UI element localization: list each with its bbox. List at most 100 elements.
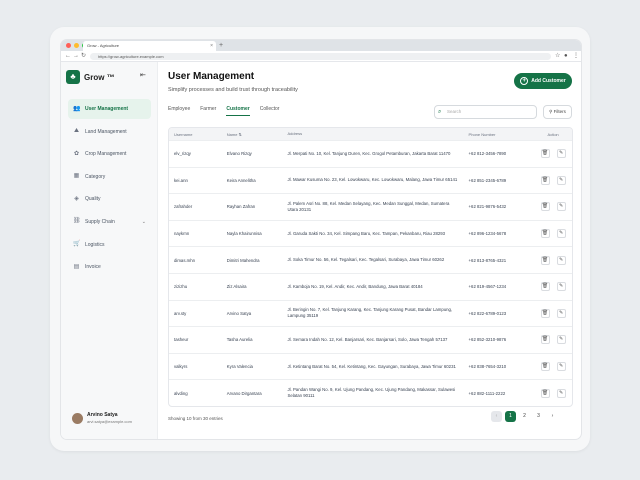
url-field[interactable]: https://grow-agriculture.example.com (90, 53, 551, 60)
edit-icon[interactable]: ✎ (556, 388, 566, 398)
new-tab-icon[interactable]: + (219, 40, 223, 51)
cell-address: Jl. Garuda Sakti No. 34, Kel. Simpang Ba… (287, 230, 446, 236)
cell-actions: 🗑 ✎ (534, 335, 572, 345)
sidebar-item-quality[interactable]: ◈ Quality (68, 189, 151, 209)
edit-icon[interactable]: ✎ (556, 335, 566, 345)
table-row[interactable]: zafrahder Rayhan Zafran Jl. Palem Asri No.… (169, 193, 572, 220)
collapse-sidebar-icon[interactable]: ⇤ (140, 71, 146, 79)
table-row[interactable]: alvding Arvano Dirgantara Jl. Pandan Wangi… (169, 379, 572, 406)
sidebar-item-user-management[interactable]: 👥 User Management (68, 99, 151, 119)
search-input[interactable]: ⌕ Search (434, 105, 537, 119)
cell-username: naykrnn (174, 231, 190, 237)
edit-icon[interactable]: ✎ (556, 175, 566, 185)
user-name: Arvino Satya (87, 412, 118, 418)
profile-icon[interactable]: ● (564, 52, 568, 61)
browser-menu-icon[interactable]: ⋮ (573, 52, 579, 61)
sidebar-item-invoice[interactable]: ▤ Invoice (68, 257, 151, 277)
entries-count: Showing 10 from 30 entries (168, 416, 223, 421)
col-name-label: Name (226, 131, 238, 137)
users-icon: 👥 (73, 105, 81, 112)
prev-page-button[interactable]: ‹ (491, 411, 502, 422)
sidebar-item-supply-chain[interactable]: ⛓ Supply Chain ⌄ (68, 212, 151, 232)
cell-phone: +62 852-3210-9876 (468, 337, 507, 343)
table-row[interactable]: arv.sty Arvino Satya Jl. Beringin No. 7, K… (169, 299, 572, 327)
forward-icon[interactable]: → (73, 52, 79, 61)
next-page-button[interactable]: › (547, 411, 558, 422)
edit-icon[interactable]: ✎ (556, 149, 566, 159)
cell-phone: +62 882-1111-2222 (468, 390, 506, 396)
edit-icon[interactable]: ✎ (556, 308, 566, 318)
tab-customer[interactable]: Customer (226, 106, 250, 116)
cell-actions: 🗑 ✎ (534, 308, 572, 318)
delete-icon[interactable]: 🗑 (540, 335, 550, 345)
sidebar-nav: 👥 User Management ⛰ Land Management ✿ Crop Ma… (68, 99, 151, 280)
chevron-down-icon[interactable]: ⌄ (142, 219, 146, 225)
edit-icon[interactable]: ✎ (556, 255, 566, 265)
page-3-button[interactable]: 3 (533, 411, 544, 422)
sidebar-item-land-management[interactable]: ⛰ Land Management (68, 122, 151, 142)
table-row[interactable]: elv_rizqy Elvano Rizqy Jl. Merpati No. 10,… (169, 140, 572, 167)
bookmark-star-icon[interactable]: ☆ (555, 52, 560, 61)
search-icon: ⌕ (438, 109, 442, 115)
sort-icon[interactable]: ⇅ (239, 132, 242, 137)
edit-icon[interactable]: ✎ (556, 282, 566, 292)
close-window-dot[interactable] (66, 43, 71, 48)
tab-employee[interactable]: Employee (168, 106, 190, 116)
reload-icon[interactable]: ↻ (81, 52, 86, 61)
cell-name: Keira Annelitha (226, 177, 256, 183)
tab-collector[interactable]: Collector (260, 106, 280, 116)
table-row[interactable]: valkyrs Kyra Valencia Jl. Ketintang Barat … (169, 352, 572, 380)
tab-farmer[interactable]: Farmer (200, 106, 216, 116)
quality-icon: ◈ (74, 195, 79, 202)
user-profile[interactable]: Arvino Satya arvi.satya@example.com (72, 412, 132, 424)
table-row[interactable]: kei.ann Keira Annelitha Jl. Mawar Kusuma N… (169, 166, 572, 194)
delete-icon[interactable]: 🗑 (540, 229, 550, 239)
cell-phone: +62 812-3456-7890 (468, 151, 507, 157)
sidebar-item-label: Supply Chain (85, 218, 115, 225)
filters-button[interactable]: ⚲ Filters (543, 105, 572, 119)
cell-phone: +62 819-4567-1234 (468, 284, 507, 290)
cell-username: arv.sty (174, 310, 187, 316)
edit-icon[interactable]: ✎ (556, 362, 566, 372)
table-body: elv_rizqy Elvano Rizqy Jl. Merpati No. 10,… (169, 140, 572, 406)
sidebar-item-label: Crop Management (85, 151, 127, 158)
sidebar-item-label: Category (85, 173, 106, 180)
minimize-window-dot[interactable] (74, 43, 79, 48)
table-row[interactable]: tasheur Tasha Aurelia Jl. Semara Indah No.… (169, 326, 572, 353)
sidebar-item-category[interactable]: ▦ Category (68, 167, 151, 187)
table-row[interactable]: naykrnn Nayla Khairunnisa Jl. Garuda Sakti… (169, 219, 572, 247)
page-1-button[interactable]: 1 (505, 411, 516, 422)
col-name[interactable]: Name ⇅ (223, 132, 284, 137)
table-row[interactable]: dimas.mhn Dimitri Mahendra Jl. Soka Timur … (169, 246, 572, 273)
page-2-button[interactable]: 2 (519, 411, 530, 422)
delete-icon[interactable]: 🗑 (540, 388, 550, 398)
sidebar-item-label: Invoice (85, 264, 101, 271)
cell-actions: 🗑 ✎ (534, 255, 572, 265)
cell-address: Jl. Ketintang Barat No. 54, Kel. Ketinta… (287, 363, 456, 369)
edit-icon[interactable]: ✎ (556, 202, 566, 212)
add-customer-button[interactable]: + Add Customer (514, 73, 572, 89)
cell-phone: +62 851-2345-6789 (468, 177, 507, 183)
delete-icon[interactable]: 🗑 (540, 202, 550, 212)
delete-icon[interactable]: 🗑 (540, 255, 550, 265)
delete-icon[interactable]: 🗑 (540, 282, 550, 292)
table-row[interactable]: zizizhu Ziz Alsaira Jl. Kamboja No. 19, Ke… (169, 272, 572, 300)
edit-icon[interactable]: ✎ (556, 229, 566, 239)
cell-name: Ziz Alsaira (226, 284, 247, 290)
back-icon[interactable]: ← (65, 52, 71, 61)
delete-icon[interactable]: 🗑 (540, 362, 550, 372)
pagination: ‹ 1 2 3 › (491, 411, 558, 422)
sidebar-item-label: Land Management (85, 128, 127, 135)
sidebar-item-logistics[interactable]: 🛒 Logistics (68, 235, 151, 255)
logo[interactable]: ♣ Grow ™ (66, 70, 115, 84)
cell-actions: 🗑 ✎ (534, 229, 572, 239)
delete-icon[interactable]: 🗑 (540, 175, 550, 185)
delete-icon[interactable]: 🗑 (540, 149, 550, 159)
cell-name: Rayhan Zafran (226, 204, 256, 210)
cell-username: alvding (174, 390, 188, 396)
supply-chain-icon: ⛓ (73, 218, 81, 225)
sidebar-item-crop-management[interactable]: ✿ Crop Management (68, 144, 151, 164)
delete-icon[interactable]: 🗑 (540, 308, 550, 318)
browser-tab[interactable]: Grow - Agriculture × (83, 41, 216, 51)
close-tab-icon[interactable]: × (210, 41, 213, 51)
